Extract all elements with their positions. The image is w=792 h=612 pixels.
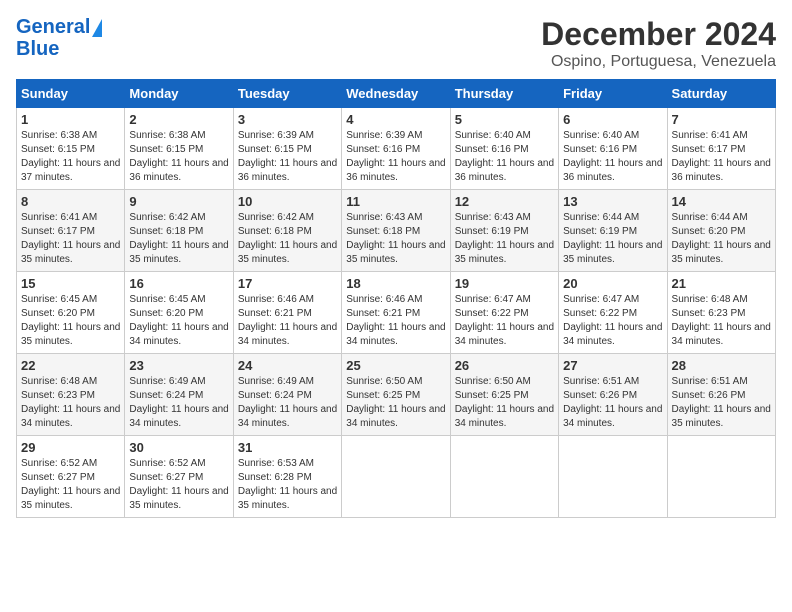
day-cell-8: 8 Sunrise: 6:41 AMSunset: 6:17 PMDayligh… <box>17 190 125 272</box>
day-cell-1: 1 Sunrise: 6:38 AMSunset: 6:15 PMDayligh… <box>17 108 125 190</box>
day-cell-10: 10 Sunrise: 6:42 AMSunset: 6:18 PMDaylig… <box>233 190 341 272</box>
day-cell-15: 15 Sunrise: 6:45 AMSunset: 6:20 PMDaylig… <box>17 272 125 354</box>
day-cell-21: 21 Sunrise: 6:48 AMSunset: 6:23 PMDaylig… <box>667 272 775 354</box>
empty-cell-3 <box>559 436 667 518</box>
day-cell-19: 19 Sunrise: 6:47 AMSunset: 6:22 PMDaylig… <box>450 272 558 354</box>
calendar-table: Sunday Monday Tuesday Wednesday Thursday… <box>16 79 776 518</box>
day-cell-25: 25 Sunrise: 6:50 AMSunset: 6:25 PMDaylig… <box>342 354 450 436</box>
header-sunday: Sunday <box>17 80 125 108</box>
title-block: December 2024 Ospino, Portuguesa, Venezu… <box>541 16 776 71</box>
header-monday: Monday <box>125 80 233 108</box>
day-cell-29: 29 Sunrise: 6:52 AMSunset: 6:27 PMDaylig… <box>17 436 125 518</box>
logo-blue-text: Blue <box>16 38 59 60</box>
day-cell-16: 16 Sunrise: 6:45 AMSunset: 6:20 PMDaylig… <box>125 272 233 354</box>
day-cell-24: 24 Sunrise: 6:49 AMSunset: 6:24 PMDaylig… <box>233 354 341 436</box>
header-tuesday: Tuesday <box>233 80 341 108</box>
logo: General Blue <box>16 16 102 60</box>
day-cell-14: 14 Sunrise: 6:44 AMSunset: 6:20 PMDaylig… <box>667 190 775 272</box>
header-wednesday: Wednesday <box>342 80 450 108</box>
calendar-week-3: 15 Sunrise: 6:45 AMSunset: 6:20 PMDaylig… <box>17 272 776 354</box>
header-saturday: Saturday <box>667 80 775 108</box>
day-cell-23: 23 Sunrise: 6:49 AMSunset: 6:24 PMDaylig… <box>125 354 233 436</box>
page-header: General Blue December 2024 Ospino, Portu… <box>16 16 776 71</box>
day-cell-17: 17 Sunrise: 6:46 AMSunset: 6:21 PMDaylig… <box>233 272 341 354</box>
day-cell-9: 9 Sunrise: 6:42 AMSunset: 6:18 PMDayligh… <box>125 190 233 272</box>
empty-cell-4 <box>667 436 775 518</box>
header-thursday: Thursday <box>450 80 558 108</box>
day-cell-28: 28 Sunrise: 6:51 AMSunset: 6:26 PMDaylig… <box>667 354 775 436</box>
day-cell-7: 7 Sunrise: 6:41 AMSunset: 6:17 PMDayligh… <box>667 108 775 190</box>
day-cell-2: 2 Sunrise: 6:38 AMSunset: 6:15 PMDayligh… <box>125 108 233 190</box>
day-cell-27: 27 Sunrise: 6:51 AMSunset: 6:26 PMDaylig… <box>559 354 667 436</box>
day-cell-13: 13 Sunrise: 6:44 AMSunset: 6:19 PMDaylig… <box>559 190 667 272</box>
day-cell-22: 22 Sunrise: 6:48 AMSunset: 6:23 PMDaylig… <box>17 354 125 436</box>
day-cell-4: 4 Sunrise: 6:39 AMSunset: 6:16 PMDayligh… <box>342 108 450 190</box>
month-title: December 2024 <box>541 16 776 53</box>
empty-cell-1 <box>342 436 450 518</box>
day-cell-5: 5 Sunrise: 6:40 AMSunset: 6:16 PMDayligh… <box>450 108 558 190</box>
location: Ospino, Portuguesa, Venezuela <box>541 53 776 71</box>
day-cell-11: 11 Sunrise: 6:43 AMSunset: 6:18 PMDaylig… <box>342 190 450 272</box>
day-cell-20: 20 Sunrise: 6:47 AMSunset: 6:22 PMDaylig… <box>559 272 667 354</box>
day-cell-30: 30 Sunrise: 6:52 AMSunset: 6:27 PMDaylig… <box>125 436 233 518</box>
calendar-week-2: 8 Sunrise: 6:41 AMSunset: 6:17 PMDayligh… <box>17 190 776 272</box>
day-cell-3: 3 Sunrise: 6:39 AMSunset: 6:15 PMDayligh… <box>233 108 341 190</box>
day-cell-12: 12 Sunrise: 6:43 AMSunset: 6:19 PMDaylig… <box>450 190 558 272</box>
day-cell-18: 18 Sunrise: 6:46 AMSunset: 6:21 PMDaylig… <box>342 272 450 354</box>
calendar-week-4: 22 Sunrise: 6:48 AMSunset: 6:23 PMDaylig… <box>17 354 776 436</box>
day-cell-26: 26 Sunrise: 6:50 AMSunset: 6:25 PMDaylig… <box>450 354 558 436</box>
calendar-week-5: 29 Sunrise: 6:52 AMSunset: 6:27 PMDaylig… <box>17 436 776 518</box>
logo-text: General <box>16 16 102 38</box>
header-friday: Friday <box>559 80 667 108</box>
calendar-week-1: 1 Sunrise: 6:38 AMSunset: 6:15 PMDayligh… <box>17 108 776 190</box>
day-cell-6: 6 Sunrise: 6:40 AMSunset: 6:16 PMDayligh… <box>559 108 667 190</box>
day-cell-31: 31 Sunrise: 6:53 AMSunset: 6:28 PMDaylig… <box>233 436 341 518</box>
empty-cell-2 <box>450 436 558 518</box>
calendar-header-row: Sunday Monday Tuesday Wednesday Thursday… <box>17 80 776 108</box>
